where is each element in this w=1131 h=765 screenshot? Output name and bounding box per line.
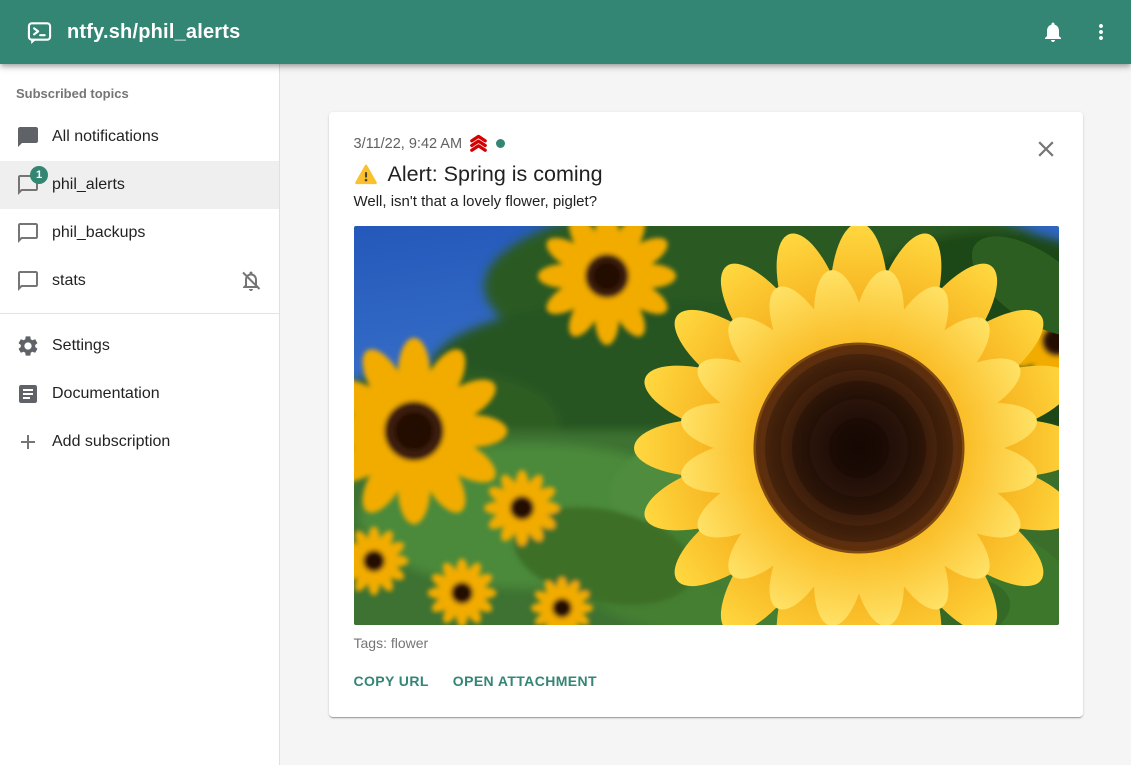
notifications-muted-icon xyxy=(239,269,263,293)
chat-bubble-outline-icon xyxy=(16,269,40,293)
sidebar-item-label: Documentation xyxy=(52,385,160,403)
sidebar-item-stats[interactable]: stats xyxy=(0,257,279,305)
priority-max-icon xyxy=(467,132,490,155)
settings-gear-icon xyxy=(16,334,40,358)
copy-url-button[interactable]: COPY URL xyxy=(346,665,437,697)
bell-icon xyxy=(1041,20,1065,44)
notification-tags: Tags: flower xyxy=(354,635,1059,651)
attachment-image[interactable] xyxy=(354,226,1059,625)
sidebar-item-label: Settings xyxy=(52,337,110,355)
sidebar-item-label: stats xyxy=(52,272,86,290)
more-vert-menu-button[interactable] xyxy=(1077,8,1125,56)
appbar: ntfy.sh/phil_alerts xyxy=(0,0,1131,64)
article-document-icon xyxy=(16,382,40,406)
sidebar-item-label: phil_backups xyxy=(52,224,145,242)
warning-emoji-icon xyxy=(354,163,378,187)
main-content: 3/11/22, 9:42 AM xyxy=(280,64,1131,765)
notification-meta: 3/11/22, 9:42 AM xyxy=(354,132,1059,155)
unread-dot-indicator xyxy=(496,139,505,148)
sidebar: Subscribed topics All notifications 1 ph… xyxy=(0,64,280,765)
sidebar-divider xyxy=(0,313,279,314)
close-notification-button[interactable] xyxy=(1033,136,1059,162)
notification-card: 3/11/22, 9:42 AM xyxy=(329,112,1083,717)
chat-bubble-outline-icon xyxy=(16,221,40,245)
chat-bubble-outline-icon: 1 xyxy=(16,173,40,197)
plus-icon xyxy=(16,430,40,454)
unread-count-badge: 1 xyxy=(30,166,48,184)
sidebar-item-label: phil_alerts xyxy=(52,176,125,194)
sidebar-item-all-notifications[interactable]: All notifications xyxy=(0,113,279,161)
more-vert-icon xyxy=(1089,20,1113,44)
chat-bubble-filled-icon xyxy=(16,125,40,149)
ntfy-logo-icon xyxy=(26,19,53,46)
appbar-title: ntfy.sh/phil_alerts xyxy=(67,21,240,44)
sidebar-item-label: All notifications xyxy=(52,128,159,146)
notifications-bell-button[interactable] xyxy=(1029,8,1077,56)
close-icon xyxy=(1033,136,1059,162)
sidebar-item-add-subscription[interactable]: Add subscription xyxy=(0,418,279,466)
subscribed-topics-label: Subscribed topics xyxy=(0,72,279,113)
notification-timestamp: 3/11/22, 9:42 AM xyxy=(354,136,463,152)
sidebar-item-settings[interactable]: Settings xyxy=(0,322,279,370)
notification-title-row: Alert: Spring is coming xyxy=(354,162,1059,187)
notification-actions: COPY URL OPEN ATTACHMENT xyxy=(346,665,1059,697)
sidebar-item-label: Add subscription xyxy=(52,433,170,451)
open-attachment-button[interactable]: OPEN ATTACHMENT xyxy=(445,665,605,697)
sidebar-item-phil-backups[interactable]: phil_backups xyxy=(0,209,279,257)
sidebar-item-documentation[interactable]: Documentation xyxy=(0,370,279,418)
notification-title: Alert: Spring is coming xyxy=(388,162,603,187)
notification-message: Well, isn't that a lovely flower, piglet… xyxy=(354,193,1059,210)
sidebar-item-phil-alerts[interactable]: 1 phil_alerts xyxy=(0,161,279,209)
